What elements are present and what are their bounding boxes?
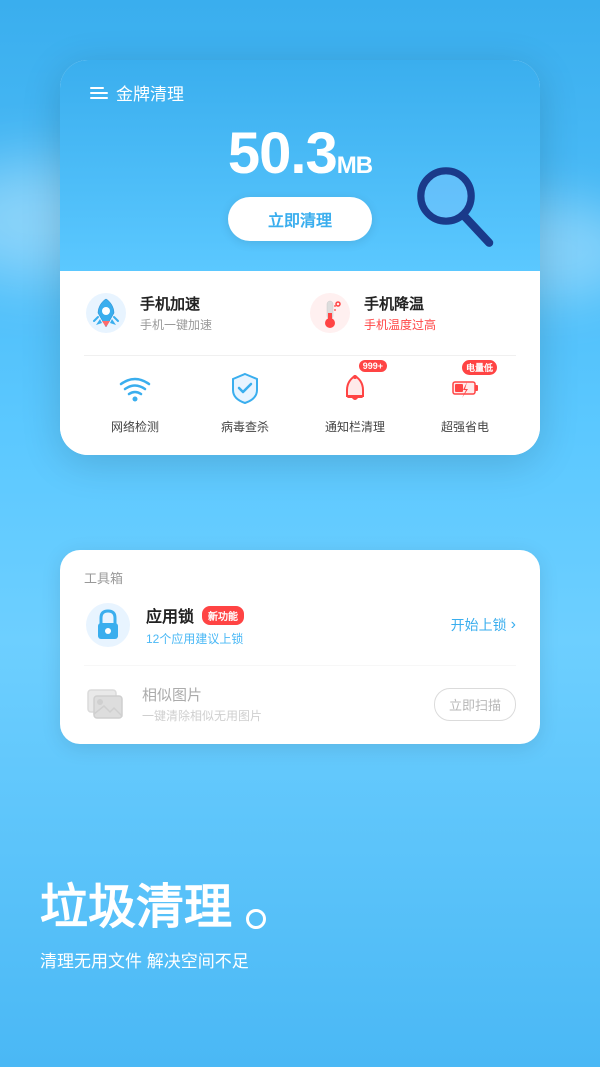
app-title: 金牌清理 xyxy=(116,80,184,105)
applock-name: 应用锁 xyxy=(146,603,194,627)
tool-battery-label: 超强省电 xyxy=(441,418,489,435)
toolbox-card: 工具箱 应用锁 新功能 12个应用建议上锁 开始上锁 › xyxy=(60,550,540,744)
memory-unit: MB xyxy=(337,152,372,179)
tool-battery[interactable]: 电量低 超强省电 xyxy=(414,364,516,435)
tool-network[interactable]: 网络检测 xyxy=(84,364,186,435)
similar-images-desc: 一键清除相似无用图片 xyxy=(142,707,420,724)
menu-icon[interactable] xyxy=(90,87,108,99)
tool-network-label: 网络检测 xyxy=(111,418,159,435)
scan-button[interactable]: 立即扫描 xyxy=(434,688,516,721)
card-header: 金牌清理 xyxy=(90,80,510,105)
toolbox-title: 工具箱 xyxy=(84,568,516,587)
applock-desc: 12个应用建议上锁 xyxy=(146,630,437,647)
memory-number: 50.3 xyxy=(228,121,337,186)
battery-icon: 电量低 xyxy=(441,364,489,412)
cool-down-text: 手机降温 手机温度过高 xyxy=(364,293,436,333)
bell-icon: 999+ xyxy=(331,364,379,412)
quick-actions-grid: 手机加速 手机一键加速 xyxy=(84,291,516,335)
shield-icon xyxy=(221,364,269,412)
tool-antivirus[interactable]: 病毒查杀 xyxy=(194,364,296,435)
speed-up-text: 手机加速 手机一键加速 xyxy=(140,293,212,333)
thermometer-icon xyxy=(308,291,352,335)
tool-antivirus-label: 病毒查杀 xyxy=(221,418,269,435)
tool-notification-label: 通知栏清理 xyxy=(325,418,385,435)
wifi-icon xyxy=(111,364,159,412)
memory-value: 50.3MB xyxy=(228,121,372,186)
clean-button[interactable]: 立即清理 xyxy=(228,197,372,241)
cool-down-desc: 手机温度过高 xyxy=(364,316,436,333)
bottom-section: 垃圾清理 清理无用文件 解决空间不足 xyxy=(0,787,600,1067)
speed-up-title: 手机加速 xyxy=(140,293,212,314)
tool-grid: 网络检测 病毒查杀 xyxy=(84,355,516,435)
bottom-title-row: 垃圾清理 xyxy=(40,882,560,935)
notification-badge: 999+ xyxy=(359,360,387,372)
similar-images-row[interactable]: 相似图片 一键清除相似无用图片 立即扫描 xyxy=(84,665,516,726)
lock-icon xyxy=(84,601,132,649)
applock-action-button[interactable]: 开始上锁 › xyxy=(451,615,516,635)
applock-info: 应用锁 新功能 12个应用建议上锁 xyxy=(146,603,437,647)
similar-info: 相似图片 一键清除相似无用图片 xyxy=(142,684,420,724)
main-subtitle: 清理无用文件 解决空间不足 xyxy=(40,947,560,972)
applock-row[interactable]: 应用锁 新功能 12个应用建议上锁 开始上锁 › xyxy=(84,601,516,649)
similar-images-name: 相似图片 xyxy=(142,684,420,705)
cool-down-action[interactable]: 手机降温 手机温度过高 xyxy=(308,291,516,335)
cool-down-title: 手机降温 xyxy=(364,293,436,314)
main-title: 垃圾清理 xyxy=(40,881,232,934)
chevron-right-icon: › xyxy=(511,616,516,634)
rocket-icon xyxy=(84,291,128,335)
speed-up-desc: 手机一键加速 xyxy=(140,316,212,333)
phone-card: 金牌清理 50.3MB 立即清理 xyxy=(60,60,540,455)
magnifier-decoration xyxy=(410,160,500,250)
circle-decoration xyxy=(246,909,266,929)
battery-badge: 电量低 xyxy=(462,360,497,375)
applock-name-row: 应用锁 新功能 xyxy=(146,603,437,627)
tool-notification[interactable]: 999+ 通知栏清理 xyxy=(304,364,406,435)
new-badge: 新功能 xyxy=(202,606,244,625)
applock-action-label: 开始上锁 xyxy=(451,615,507,635)
image-icon xyxy=(84,682,128,726)
card-body: 手机加速 手机一键加速 xyxy=(60,271,540,455)
speed-up-action[interactable]: 手机加速 手机一键加速 xyxy=(84,291,292,335)
